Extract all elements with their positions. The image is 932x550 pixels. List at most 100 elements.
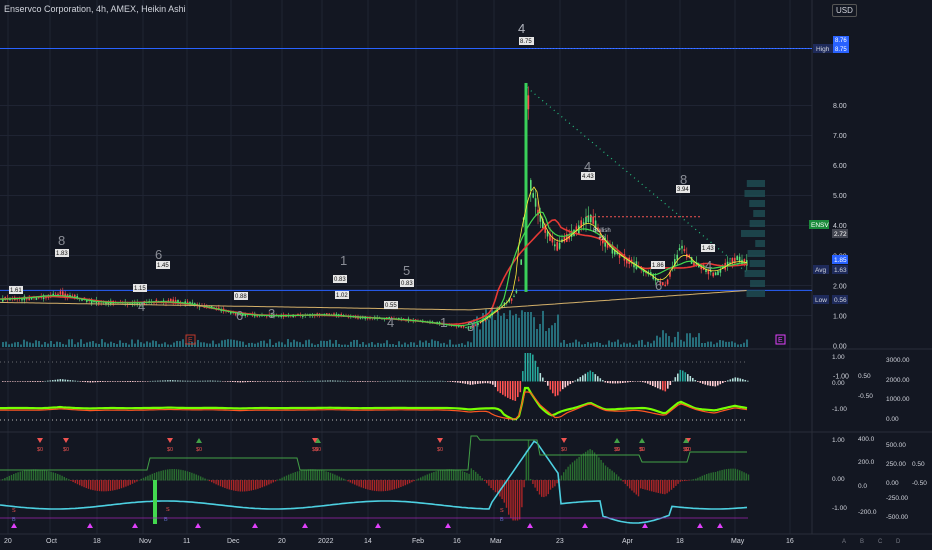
candle-body bbox=[678, 248, 681, 251]
volume-bar bbox=[362, 342, 364, 347]
pane3-bar bbox=[162, 470, 164, 481]
volume-bar bbox=[692, 337, 694, 347]
pane3-bar bbox=[112, 480, 114, 491]
currency-button[interactable]: USD bbox=[832, 4, 857, 17]
volume-bar bbox=[464, 344, 466, 347]
histogram-bar bbox=[417, 380, 419, 382]
pane3-bar bbox=[101, 480, 103, 492]
pane3-bar bbox=[701, 475, 703, 481]
volume-bar bbox=[662, 330, 664, 347]
histogram-bar bbox=[407, 380, 409, 382]
pane3-bar bbox=[92, 480, 94, 491]
histogram-bar bbox=[309, 380, 312, 382]
pane3-buy-mark: B bbox=[12, 517, 16, 523]
volume-bar bbox=[35, 340, 37, 347]
volume-bar bbox=[200, 342, 202, 347]
histogram-bar bbox=[404, 380, 407, 382]
histogram-bar bbox=[67, 379, 69, 382]
pane3-bar bbox=[244, 480, 246, 492]
histogram-bar bbox=[54, 379, 57, 382]
pane3-bar bbox=[257, 480, 259, 489]
volume-bar bbox=[14, 342, 16, 347]
candle-body bbox=[52, 293, 54, 296]
histogram-bar bbox=[289, 381, 292, 382]
chart-canvas[interactable]: E E 1.61 1.83 1.15 1.45 0.88 0.83 1.02 0.83 0.55 4.… bbox=[0, 0, 932, 550]
pane3-tick: 1.00 bbox=[832, 437, 845, 444]
histogram-bar bbox=[569, 381, 572, 385]
histogram-bar bbox=[474, 381, 477, 385]
histogram-bar bbox=[382, 380, 384, 382]
histogram-bar bbox=[199, 380, 202, 382]
volume-bar bbox=[356, 339, 358, 347]
volume-bar bbox=[386, 340, 388, 347]
histogram-bar bbox=[84, 381, 87, 383]
histogram-bar bbox=[179, 380, 182, 382]
volume-bar bbox=[332, 343, 334, 347]
avg-value: 1.63 bbox=[834, 267, 847, 274]
pane3-bar bbox=[472, 470, 475, 481]
histogram-bar bbox=[24, 381, 27, 382]
histogram-bar bbox=[584, 373, 587, 382]
pane3-bar bbox=[270, 480, 272, 484]
histogram-bar bbox=[377, 381, 379, 382]
pane3-bar bbox=[426, 474, 428, 481]
pane3-bar bbox=[431, 472, 433, 481]
pane3-bar bbox=[514, 480, 516, 521]
pane3-bar bbox=[241, 480, 244, 492]
histogram-bar bbox=[472, 381, 474, 385]
pane3-bar bbox=[615, 474, 618, 481]
histogram-bar bbox=[679, 369, 682, 382]
candle-body bbox=[513, 295, 515, 297]
candle-body bbox=[518, 279, 520, 281]
pane3-bar bbox=[519, 480, 521, 520]
histogram-bar bbox=[127, 381, 129, 382]
pane3-bar bbox=[138, 479, 140, 481]
histogram-bar bbox=[447, 381, 449, 382]
histogram-bar bbox=[194, 380, 197, 382]
histogram-bar bbox=[702, 381, 704, 384]
pane3-bar bbox=[329, 472, 332, 481]
volume-bar bbox=[296, 341, 298, 347]
pane3-bar bbox=[477, 473, 479, 481]
histogram-bar bbox=[719, 381, 722, 385]
pane3-bar bbox=[395, 480, 398, 489]
pane3-bar bbox=[404, 480, 406, 486]
volume-bar bbox=[740, 344, 742, 347]
histogram-bar bbox=[49, 380, 52, 382]
histogram-bar bbox=[552, 381, 554, 394]
histogram-bar bbox=[574, 380, 577, 382]
histogram-bar bbox=[459, 381, 462, 383]
histogram-bar bbox=[692, 377, 694, 382]
histogram-bar bbox=[274, 381, 277, 382]
time-tick: Mar bbox=[490, 538, 503, 545]
volume-bar bbox=[653, 340, 655, 347]
histogram-bar bbox=[339, 380, 342, 382]
volume-bar bbox=[260, 340, 262, 347]
histogram-bar bbox=[564, 381, 567, 388]
price-label: 3.94 bbox=[677, 187, 689, 193]
pane3-bar bbox=[657, 480, 659, 493]
volume-bar bbox=[557, 314, 559, 347]
pane3-bar bbox=[134, 480, 136, 483]
candle-body bbox=[592, 216, 594, 224]
pane3-bar bbox=[211, 480, 213, 483]
pane3-bar bbox=[527, 440, 530, 481]
pane3-bar bbox=[208, 480, 211, 482]
volume-bar bbox=[707, 341, 709, 347]
pane3-bar bbox=[420, 477, 422, 481]
histogram-bar bbox=[524, 353, 527, 382]
volume-bar bbox=[380, 343, 382, 347]
pane3-bar bbox=[347, 480, 349, 482]
volume-bar bbox=[215, 344, 217, 347]
histogram-bar bbox=[669, 381, 672, 385]
volume-bar bbox=[410, 342, 412, 347]
time-tick: 23 bbox=[556, 538, 564, 545]
avg-label: Avg bbox=[815, 267, 826, 274]
histogram-bar bbox=[422, 380, 424, 382]
histogram-bar bbox=[617, 381, 619, 384]
pane3-bar bbox=[415, 479, 417, 481]
price-tick: 1.00 bbox=[833, 313, 847, 320]
volume-bar bbox=[425, 340, 427, 347]
volume-bar bbox=[593, 342, 595, 347]
volume-bar bbox=[65, 344, 67, 347]
